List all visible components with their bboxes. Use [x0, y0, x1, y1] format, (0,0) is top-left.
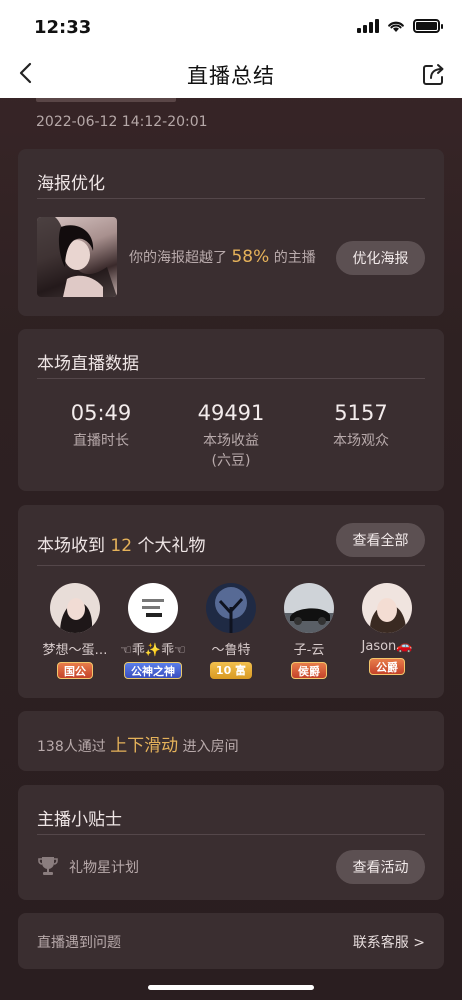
entry-prefix: 138人通过	[37, 739, 106, 755]
gift-user-name: 梦想～蛋…	[42, 643, 108, 658]
gifts-title-suffix: 个大礼物	[137, 536, 206, 556]
live-data-title: 本场直播数据	[37, 354, 139, 374]
avatar	[206, 583, 256, 633]
entry-suffix: 进入房间	[182, 739, 239, 755]
battery-icon	[413, 19, 443, 33]
poster-rank-text: 你的海报超越了 58% 的主播	[129, 247, 316, 267]
share-icon[interactable]	[420, 60, 448, 88]
poster-percent: 58%	[231, 247, 270, 267]
tips-item-label: 礼物星计划	[69, 860, 139, 876]
stat-value: 05:49	[70, 401, 132, 425]
poster-card: 海报优化 你的海报超越了 58% 的主播 优化海报	[18, 149, 444, 316]
poster-image-icon	[37, 217, 117, 297]
stat-value: 5157	[334, 401, 388, 425]
trophy-icon	[38, 857, 58, 875]
view-activity-button[interactable]: 查看活动	[336, 850, 425, 884]
wifi-icon	[388, 21, 404, 32]
divider	[37, 834, 425, 835]
avatar	[128, 583, 178, 633]
page-title: 直播总结	[187, 64, 275, 88]
status-icons	[357, 19, 443, 33]
gift-user-name: ☜乖✨乖☜	[120, 643, 186, 658]
top-bar: 12:33 直播总结	[0, 0, 462, 98]
gifts-count: 12	[110, 536, 133, 556]
avatar	[284, 583, 334, 633]
home-indicator	[148, 985, 314, 990]
poster-card-title: 海报优化	[37, 174, 105, 194]
rank-badge: 侯爵	[291, 662, 327, 679]
rank-badge: 国公	[57, 662, 93, 679]
divider	[37, 198, 425, 199]
help-label: 直播遇到问题	[37, 935, 121, 951]
gift-user[interactable]: Jason🚗 公爵	[348, 583, 426, 675]
divider	[37, 378, 425, 379]
gift-user-name: ～鲁特	[211, 643, 251, 658]
stat-label-main: 本场收益	[203, 433, 259, 449]
help-card: 直播遇到问题 联系客服 >	[18, 913, 444, 969]
rank-badge: 公爵	[369, 658, 405, 675]
gift-user-name: Jason🚗	[361, 639, 413, 654]
gift-user[interactable]: 子-云 侯爵	[270, 583, 348, 679]
entry-text: 138人通过 上下滑动 进入房间	[37, 731, 239, 756]
gifts-title-prefix: 本场收到	[37, 536, 105, 556]
signal-icon	[357, 19, 379, 33]
stat-label: 本场观众	[333, 433, 389, 449]
divider	[37, 565, 425, 566]
entry-card: 138人通过 上下滑动 进入房间	[18, 711, 444, 771]
stat-duration: 05:49 直播时长	[36, 401, 166, 451]
poster-thumbnail[interactable]	[37, 217, 117, 297]
gifts-title: 本场收到 12 个大礼物	[37, 531, 205, 556]
poster-text-suffix: 的主播	[273, 250, 316, 266]
gift-user[interactable]: ～鲁特 10 富	[192, 583, 270, 679]
view-all-gifts-button[interactable]: 查看全部	[336, 523, 425, 557]
stat-value: 49491	[197, 401, 265, 425]
rank-badge: 公神之神	[124, 662, 182, 679]
tips-card: 主播小贴士 礼物星计划 查看活动	[18, 785, 444, 900]
stat-label: 直播时长	[73, 433, 129, 449]
status-time: 12:33	[34, 17, 92, 38]
live-summary-screen: 2022-06-12 14:12-20:01 12:33 直播总结 海报优化 你…	[0, 0, 462, 1000]
tips-title: 主播小贴士	[37, 810, 122, 830]
rank-badge: 10 富	[209, 662, 253, 679]
gift-user-name: 子-云	[293, 643, 325, 658]
gift-user[interactable]: 梦想～蛋… 国公	[36, 583, 114, 679]
contact-support-link[interactable]: 联系客服 >	[353, 932, 425, 952]
stat-label: 本场收益 (六豆)	[166, 431, 296, 471]
avatar	[50, 583, 100, 633]
live-data-card: 本场直播数据 05:49 直播时长 49491 本场收益 (六豆) 5157 本场…	[18, 329, 444, 491]
poster-text-prefix: 你的海报超越了	[129, 250, 227, 266]
optimize-poster-button[interactable]: 优化海报	[336, 241, 425, 275]
stat-earnings: 49491 本场收益 (六豆)	[166, 401, 296, 471]
stat-label-sub: (六豆)	[211, 453, 251, 469]
entry-highlight: 上下滑动	[110, 736, 179, 756]
live-datetime: 2022-06-12 14:12-20:01	[36, 114, 208, 130]
gifts-card: 本场收到 12 个大礼物 查看全部 梦想～蛋… 国公 ☜乖✨乖☜ 公神之神 ～鲁…	[18, 505, 444, 698]
avatar	[362, 583, 412, 633]
stat-viewers: 5157 本场观众	[296, 401, 426, 451]
gift-user[interactable]: ☜乖✨乖☜ 公神之神	[114, 583, 192, 679]
